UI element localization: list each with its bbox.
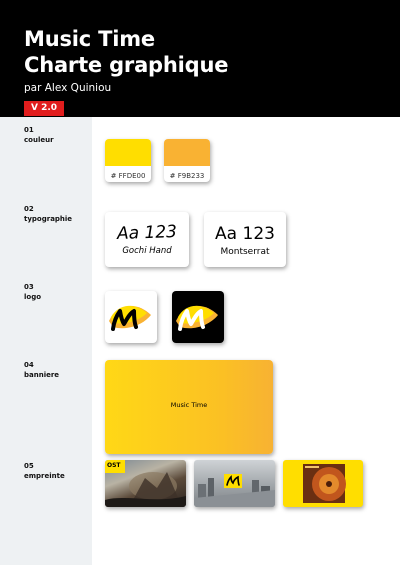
swatch-hex-label: # F9B233 [169, 172, 205, 180]
imprint-thumbnail-2 [194, 460, 275, 507]
section-number: 03 [24, 283, 34, 291]
section-title: logo [24, 292, 42, 301]
section-title: banniere [24, 370, 60, 379]
section-number: 02 [24, 205, 34, 213]
typography-font-name: Montserrat [220, 247, 270, 257]
logo-card-white [105, 291, 157, 343]
page-title: Music Time Charte graphique [24, 26, 228, 78]
section-label-couleur: 01 couleur [24, 126, 54, 145]
banner-text: Music Time [170, 401, 208, 409]
city-billboard-image [194, 474, 275, 507]
typography-sample: Aa 123 [116, 221, 178, 245]
color-swatch-orange: # F9B233 [164, 139, 210, 182]
music-time-logo-icon [109, 305, 151, 331]
album-cover-image [303, 464, 346, 503]
typography-font-name: Gochi Hand [122, 246, 172, 256]
version-badge: V 2.0 [24, 101, 64, 116]
logo-card-black [172, 291, 224, 343]
music-time-logo-icon [176, 305, 218, 331]
imprint-thumbnail-1: OST [105, 460, 186, 507]
title-line-2: Charte graphique [24, 53, 229, 77]
banner-preview: Music Time [105, 360, 273, 454]
section-label-empreinte: 05 empreinte [24, 462, 65, 481]
swatch-fill [164, 139, 210, 166]
typography-card-montserrat: Aa 123 Montserrat [204, 212, 286, 267]
section-number: 01 [24, 126, 34, 134]
section-title: empreinte [24, 471, 65, 480]
imprint-thumbnail-3 [283, 460, 363, 507]
title-line-1: Music Time [24, 27, 155, 51]
section-label-logo: 03 logo [24, 283, 41, 302]
header: Music Time Charte graphique par Alex Qui… [0, 0, 400, 117]
author-subtitle: par Alex Quiniou [24, 82, 112, 94]
typography-sample: Aa 123 [215, 224, 275, 244]
swatch-hex-label: # FFDE00 [110, 172, 146, 180]
section-number: 05 [24, 462, 34, 470]
color-swatch-yellow: # FFDE00 [105, 139, 151, 182]
typography-card-gochi-hand: Aa 123 Gochi Hand [105, 212, 189, 267]
section-title: couleur [24, 135, 54, 144]
section-title: typographie [24, 214, 73, 223]
sidebar [0, 117, 92, 565]
section-label-typographie: 02 typographie [24, 205, 72, 224]
swatch-fill [105, 139, 151, 166]
ost-badge: OST [107, 462, 121, 469]
section-label-banniere: 04 banniere [24, 361, 59, 380]
section-number: 04 [24, 361, 34, 369]
